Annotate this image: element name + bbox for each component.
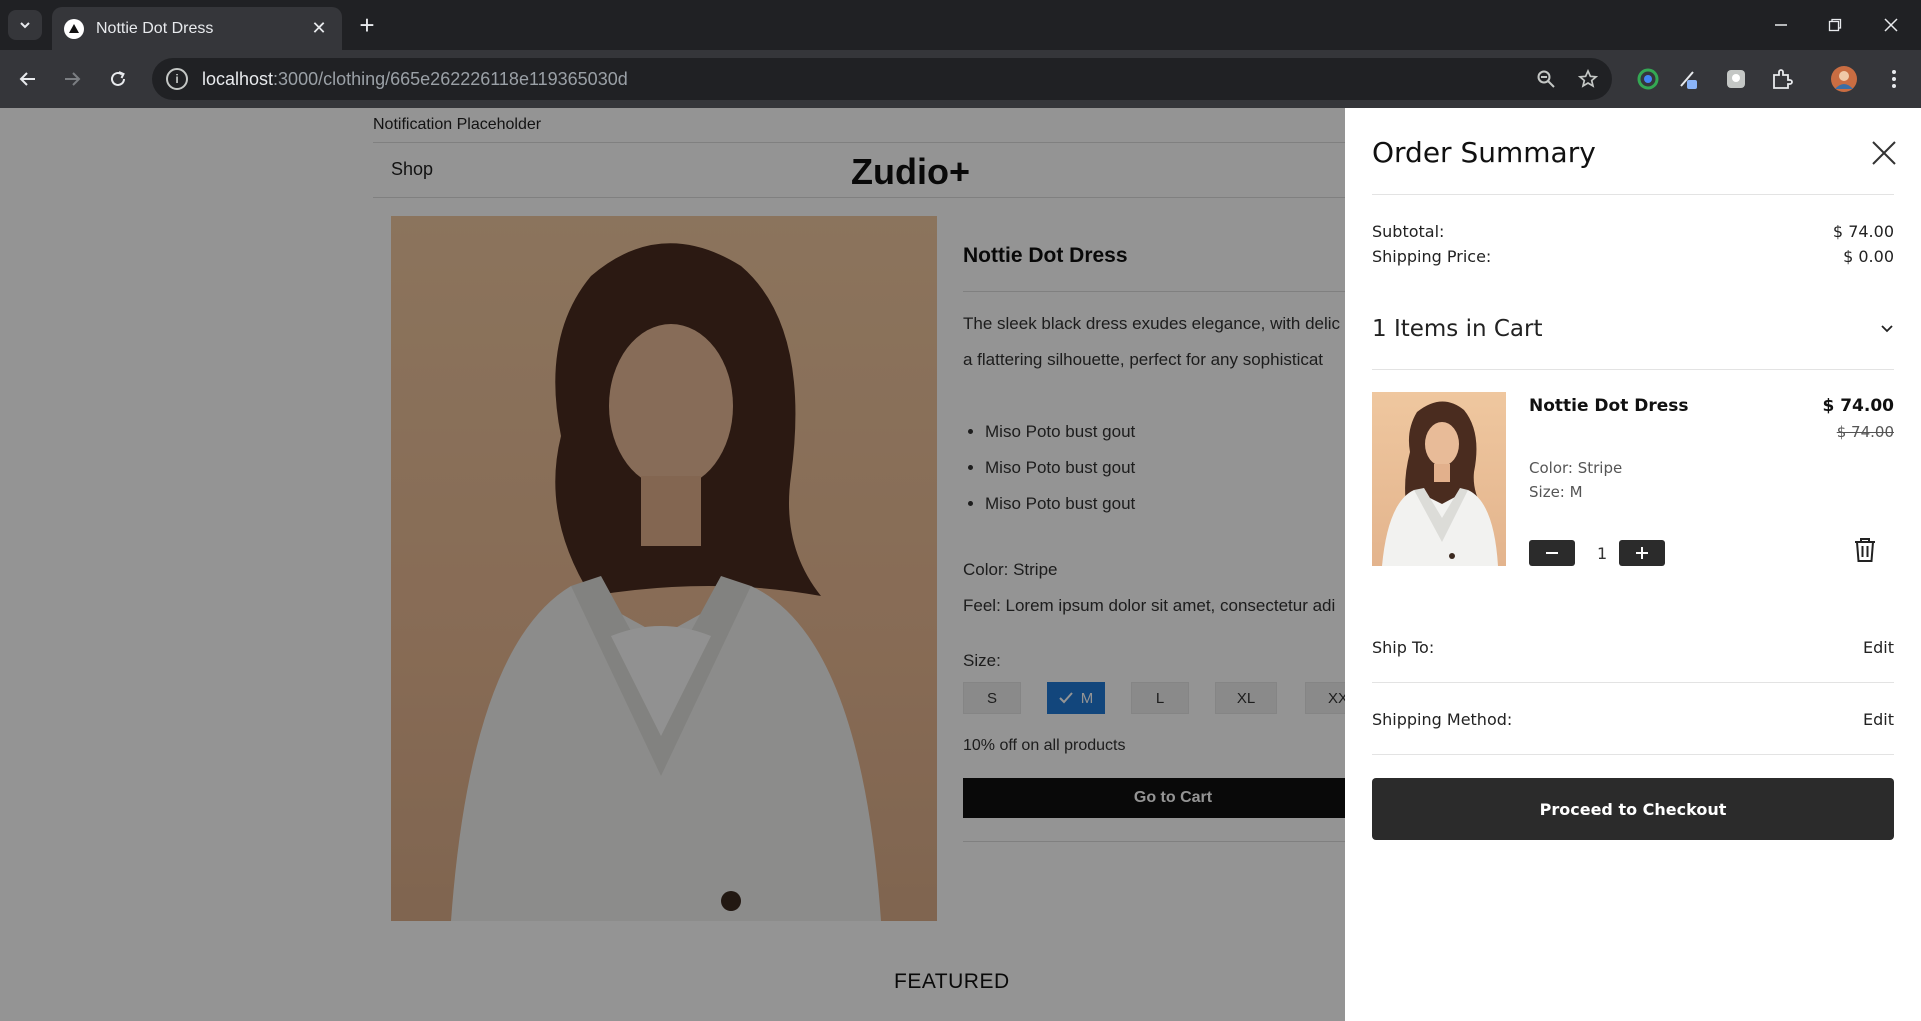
forward-button[interactable]: [56, 63, 88, 95]
cart-item-color: Color: Stripe: [1529, 459, 1623, 477]
ship-to-edit-link[interactable]: Edit: [1863, 638, 1894, 657]
trash-icon[interactable]: [1853, 536, 1877, 564]
order-summary-drawer: Order Summary Subtotal: $ 74.00 Shipping…: [1345, 108, 1921, 1021]
divider: [1372, 682, 1894, 683]
quantity-value: 1: [1597, 544, 1608, 563]
browser-tabbar: Nottie Dot Dress ✕ +: [0, 0, 1921, 50]
shipping-price-label: Shipping Price:: [1372, 247, 1492, 266]
product-page: Notification Placeholder Shop Zudio+ Not…: [0, 108, 1383, 1021]
plus-icon: [1636, 547, 1648, 559]
browser-menu-icon[interactable]: [1878, 63, 1910, 95]
cart-item-image: [1372, 392, 1506, 566]
extension-hand-icon[interactable]: [1720, 63, 1752, 95]
divider: [1372, 754, 1894, 755]
proceed-to-checkout-button[interactable]: Proceed to Checkout: [1372, 778, 1894, 840]
chevron-down-icon: [1881, 325, 1893, 333]
chevron-down-icon: [20, 22, 30, 29]
subtotal-row: Subtotal: $ 74.00: [1372, 222, 1894, 241]
back-button[interactable]: [12, 63, 44, 95]
shipping-method-label: Shipping Method:: [1372, 710, 1513, 729]
ship-to-label: Ship To:: [1372, 638, 1435, 657]
tab-search-button[interactable]: [8, 10, 42, 40]
divider: [1372, 194, 1894, 195]
extension-pen-icon[interactable]: [1672, 63, 1704, 95]
arrow-right-icon: [65, 72, 81, 86]
cart-item-size: Size: M: [1529, 483, 1583, 501]
arrow-left-icon: [19, 72, 35, 86]
extensions-puzzle-icon[interactable]: [1766, 63, 1798, 95]
cart-item-price: $ 74.00: [1822, 396, 1894, 416]
url-host: localhost: [202, 68, 274, 89]
restore-button[interactable]: [1812, 8, 1858, 42]
ship-to-row: Ship To: Edit: [1372, 638, 1894, 657]
bookmark-star-icon[interactable]: [1578, 69, 1598, 89]
items-in-cart-label: 1 Items in Cart: [1372, 316, 1543, 342]
subtotal-label: Subtotal:: [1372, 222, 1445, 241]
cart-item-name: Nottie Dot Dress: [1529, 396, 1689, 416]
drawer-title: Order Summary: [1372, 136, 1596, 169]
zoom-icon[interactable]: [1536, 69, 1556, 89]
shipping-price-row: Shipping Price: $ 0.00: [1372, 247, 1894, 266]
new-tab-button[interactable]: +: [352, 10, 382, 40]
tab-close-icon[interactable]: ✕: [308, 18, 330, 39]
profile-avatar[interactable]: [1828, 63, 1860, 95]
extension-ring-icon[interactable]: [1632, 63, 1664, 95]
browser-tab[interactable]: Nottie Dot Dress ✕: [52, 7, 342, 50]
page-viewport: Notification Placeholder Shop Zudio+ Not…: [0, 108, 1921, 1021]
cart-item-original-price: $ 74.00: [1836, 423, 1894, 441]
minimize-button[interactable]: [1758, 8, 1804, 42]
shipping-method-row: Shipping Method: Edit: [1372, 710, 1894, 729]
reload-button[interactable]: [102, 63, 134, 95]
drawer-backdrop[interactable]: [0, 108, 1345, 1021]
shipping-price-value: $ 0.00: [1843, 247, 1894, 266]
shipping-method-edit-link[interactable]: Edit: [1863, 710, 1894, 729]
increase-quantity-button[interactable]: [1619, 540, 1665, 566]
url-path: :3000/clothing/665e262226118e119365030d: [273, 68, 628, 89]
cart-items-toggle[interactable]: 1 Items in Cart: [1372, 316, 1894, 342]
site-favicon-icon: [64, 18, 84, 39]
close-window-button[interactable]: [1868, 8, 1914, 42]
tab-title: Nottie Dot Dress: [96, 19, 214, 37]
divider: [1372, 369, 1894, 370]
decrease-quantity-button[interactable]: [1529, 540, 1575, 566]
minus-icon: [1546, 552, 1558, 554]
close-icon[interactable]: [1867, 136, 1901, 170]
subtotal-value: $ 74.00: [1832, 222, 1894, 241]
browser-toolbar: i localhost:3000/clothing/665e262226118e…: [0, 50, 1921, 108]
address-bar[interactable]: i localhost:3000/clothing/665e262226118e…: [152, 58, 1612, 100]
reload-icon: [111, 71, 125, 86]
site-info-icon[interactable]: i: [166, 68, 188, 90]
